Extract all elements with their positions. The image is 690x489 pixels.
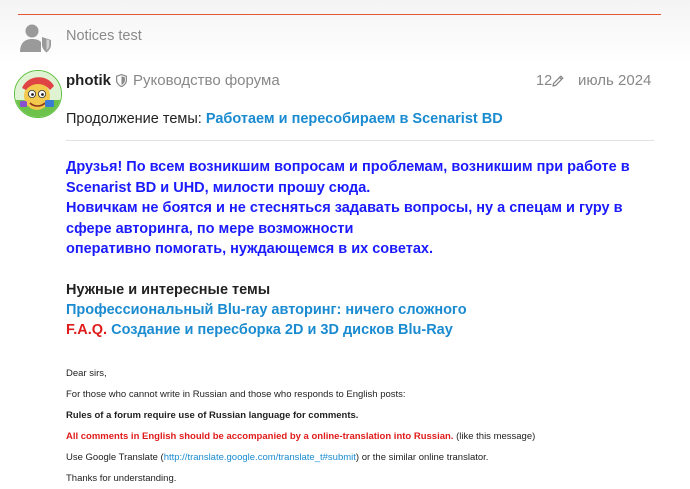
- avatar[interactable]: [14, 70, 62, 118]
- top-accent-line: [18, 14, 661, 15]
- continuation-label: Продолжение темы:: [66, 111, 202, 127]
- announcement-line: Новичкам не боятся и не стесняться задав…: [66, 200, 623, 216]
- notice-line: Use Google Translate (http://translate.g…: [66, 447, 654, 468]
- notice-title[interactable]: Notices test: [66, 28, 142, 44]
- topic-link-rebuild[interactable]: Создание и пересборка 2D и 3D дисков Blu…: [111, 322, 453, 338]
- faq-label: F.A.Q.: [66, 322, 108, 338]
- continuation-line: Продолжение темы: Работаем и пересобирае…: [66, 110, 654, 132]
- post-content: Продолжение темы: Работаем и пересобирае…: [66, 110, 654, 489]
- announcement-line: оперативно помогать, нуждающемся в их со…: [66, 241, 434, 257]
- announcement-line: сфере авторинга, по мере возможности: [66, 220, 354, 237]
- continuation-link[interactable]: Работаем и пересобираем в Scenarist BD: [206, 111, 503, 127]
- notice-tail-text: (like this message): [456, 430, 536, 442]
- user-shield-icon: [20, 24, 51, 53]
- announcement-line: Scenarist BD и UHD, милости прошу сюда.: [66, 179, 371, 196]
- announcement-line: Друзья! По всем возникшим вопросам и про…: [66, 159, 630, 175]
- post-date[interactable]: июль 2024: [578, 72, 651, 89]
- english-notice: Dear sirs, For those who cannot write in…: [66, 363, 654, 489]
- translate-link[interactable]: http://translate.google.com/translate_t#…: [164, 452, 356, 463]
- notice-red-text: All comments in English should be accomp…: [66, 430, 454, 442]
- post-meta: photik Руководство форума 12 июль 2024: [66, 72, 652, 92]
- moderator-shield-icon: [116, 74, 127, 87]
- notice-line: For those who cannot write in Russian an…: [66, 388, 406, 400]
- topics-heading: Нужные и интересные темы: [66, 281, 271, 298]
- content-divider: [66, 140, 654, 141]
- notice-line: All comments in English should be accomp…: [66, 426, 654, 447]
- notice-text: ) or the similar online translator.: [355, 451, 489, 463]
- notice-line: Dear sirs,: [66, 367, 107, 379]
- topic-link-authoring[interactable]: Профессиональный Blu-ray авторинг: ничег…: [66, 300, 654, 321]
- topic-link-row: F.A.Q. Создание и пересборка 2D и 3D дис…: [66, 320, 654, 341]
- notice-line: Rules of a forum require use of Russian …: [66, 409, 359, 421]
- username[interactable]: photik: [66, 72, 111, 89]
- pencil-icon[interactable]: [551, 74, 565, 88]
- notice-line: Thanks for understanding.: [66, 472, 177, 484]
- edit-count[interactable]: 12: [536, 73, 552, 89]
- notice-text: Use Google Translate (: [66, 451, 164, 463]
- user-title: Руководство форума: [133, 72, 280, 89]
- announcement-text: Друзья! По всем возникшим вопросам и про…: [66, 157, 654, 260]
